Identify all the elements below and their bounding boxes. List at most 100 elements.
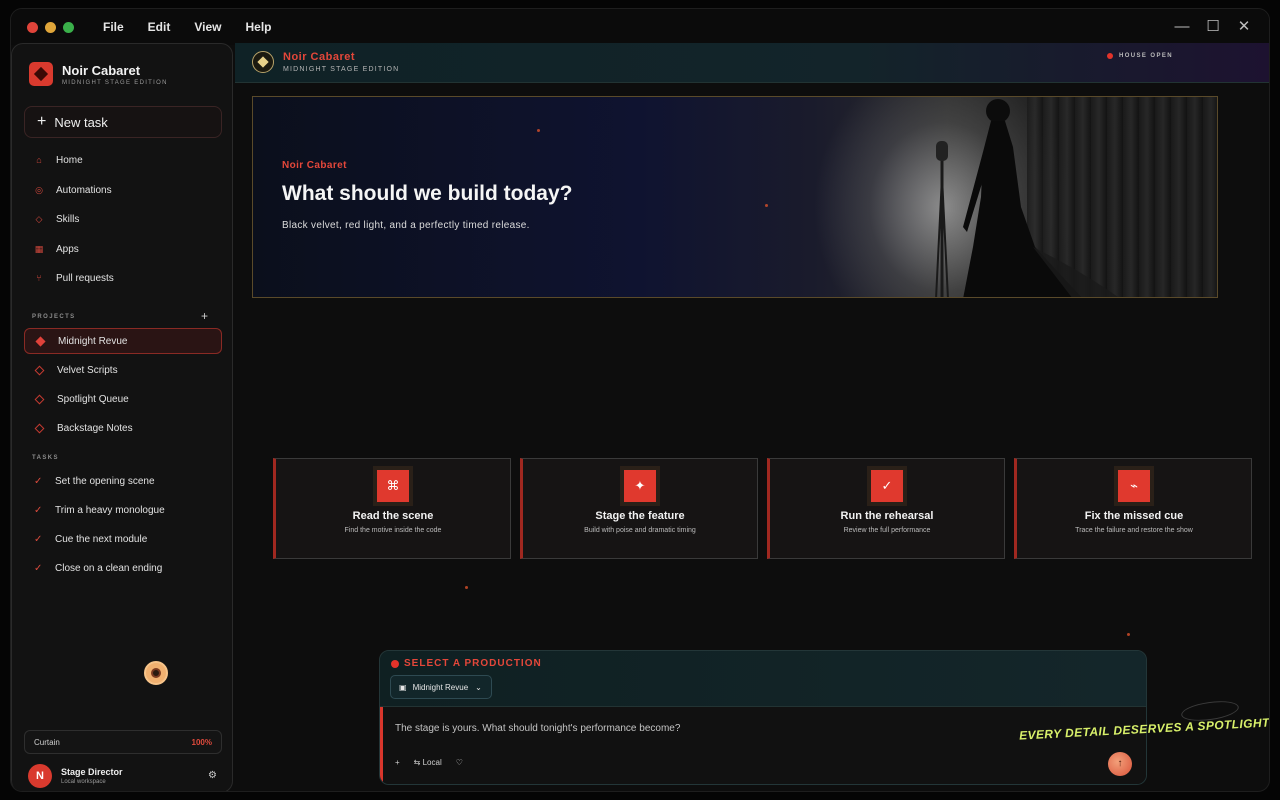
- checkmark-icon: ✓: [871, 470, 903, 502]
- card-subtitle: Review the full performance: [843, 527, 931, 534]
- home-icon: ⌂: [36, 155, 42, 165]
- curtain-label: Curtain: [34, 737, 60, 747]
- main-area: Noir Cabaret MIDNIGHT STAGE EDITION HOUS…: [235, 43, 1269, 791]
- local-mode-button[interactable]: ⇆ Local: [414, 758, 442, 767]
- task-item[interactable]: ✓ Close on a clean ending: [34, 558, 162, 578]
- zoom-dot[interactable]: [63, 21, 74, 33]
- prompt-input[interactable]: The stage is yours. What should tonight'…: [395, 723, 680, 734]
- brand: Noir Cabaret MIDNIGHT STAGE EDITION: [29, 62, 168, 86]
- card-stage-the-feature[interactable]: ✦ Stage the feature Build with poise and…: [520, 458, 758, 559]
- gear-icon[interactable]: ⚙: [208, 770, 217, 781]
- sidebar-item-pull-requests[interactable]: ⑂ Pull requests: [34, 268, 114, 288]
- app-window: File Edit View Help — ☐ ✕ Noir Cabaret M…: [10, 8, 1270, 792]
- command-icon: ⌘: [377, 470, 409, 502]
- title-bar: File Edit View Help — ☐ ✕: [11, 9, 1269, 45]
- brand-subtitle: MIDNIGHT STAGE EDITION: [62, 79, 168, 86]
- task-label: Cue the next module: [55, 533, 148, 545]
- status-dot-icon: [1106, 53, 1113, 59]
- composer-tools: + ⇆ Local ♡: [395, 758, 477, 767]
- menu-file[interactable]: File: [103, 20, 124, 34]
- card-fix-the-missed-cue[interactable]: ⌁ Fix the missed cue Trace the failure a…: [1014, 458, 1252, 559]
- production-dropdown[interactable]: ▣ Midnight Revue ⌄: [390, 675, 492, 699]
- sidebar: Noir Cabaret MIDNIGHT STAGE EDITION + Ne…: [11, 43, 233, 791]
- menu-bar: File Edit View Help: [103, 20, 296, 34]
- sparkle-decoration: [765, 204, 768, 207]
- sidebar-item-apps[interactable]: ▦ Apps: [34, 239, 79, 259]
- project-label: Spotlight Queue: [57, 393, 129, 405]
- tasks-section-label: TASKS: [32, 455, 59, 461]
- status-badge: HOUSE OPEN: [1106, 53, 1173, 59]
- sidebar-item-automations[interactable]: ◎ Automations: [34, 180, 112, 200]
- project-backstage-notes[interactable]: Backstage Notes: [24, 415, 222, 441]
- new-task-label: New task: [54, 114, 108, 130]
- project-velvet-scripts[interactable]: Velvet Scripts: [24, 357, 222, 383]
- stage-logo-icon: [252, 51, 274, 73]
- curtain-value: 100%: [191, 737, 212, 747]
- red-dot-icon: [391, 659, 399, 668]
- card-title: Read the scene: [352, 510, 434, 522]
- check-icon: ✓: [34, 504, 43, 516]
- singer-silhouette-icon: [935, 99, 1118, 297]
- check-icon: ✓: [34, 475, 43, 487]
- add-project-button[interactable]: +: [201, 309, 208, 323]
- task-label: Set the opening scene: [55, 475, 155, 487]
- sidebar-item-home[interactable]: ⌂ Home: [34, 150, 82, 170]
- header-title: Noir Cabaret: [283, 51, 356, 63]
- sidebar-item-skills[interactable]: ◇ Skills: [34, 209, 80, 229]
- header-subtitle: MIDNIGHT STAGE EDITION: [283, 66, 400, 73]
- card-subtitle: Trace the failure and restore the show: [1075, 527, 1193, 534]
- menu-view[interactable]: View: [194, 20, 221, 34]
- task-item[interactable]: ✓ Cue the next module: [34, 529, 147, 549]
- add-attachment-button[interactable]: +: [395, 758, 400, 767]
- diamond-icon: [35, 336, 46, 346]
- project-label: Backstage Notes: [57, 422, 133, 434]
- check-icon: ✓: [34, 533, 43, 545]
- close-dot[interactable]: [27, 21, 38, 33]
- selected-production: Midnight Revue: [412, 682, 469, 692]
- project-label: Midnight Revue: [58, 335, 128, 347]
- heart-icon[interactable]: ♡: [456, 758, 463, 767]
- hero-subtitle: Black velvet, red light, and a perfectly…: [282, 220, 530, 231]
- sidebar-item-label: Skills: [56, 213, 80, 225]
- sidebar-item-label: Apps: [56, 243, 79, 255]
- check-icon: ✓: [34, 562, 43, 574]
- status-text: HOUSE OPEN: [1118, 53, 1173, 59]
- hero-kicker: Noir Cabaret: [282, 160, 347, 171]
- project-midnight-revue[interactable]: Midnight Revue: [24, 328, 222, 354]
- card-read-the-scene[interactable]: ⌘ Read the scene Find the motive inside …: [273, 458, 511, 559]
- maximize-icon[interactable]: ☐: [1202, 17, 1224, 37]
- user-workspace: Local workspace: [61, 779, 106, 785]
- hero-banner: Noir Cabaret What should we build today?…: [252, 96, 1218, 298]
- card-subtitle: Find the motive inside the code: [344, 527, 442, 534]
- brand-name: Noir Cabaret: [62, 62, 141, 78]
- sparkle-decoration: [1127, 633, 1130, 636]
- new-task-button[interactable]: + New task: [24, 106, 222, 138]
- main-header: Noir Cabaret MIDNIGHT STAGE EDITION HOUS…: [235, 43, 1269, 83]
- project-spotlight-queue[interactable]: Spotlight Queue: [24, 386, 222, 412]
- sidebar-item-label: Automations: [56, 184, 112, 196]
- sparkle-icon: ✦: [624, 470, 656, 502]
- film-icon: ▣: [399, 682, 407, 692]
- diamond-icon: [34, 423, 45, 433]
- minimize-dot[interactable]: [45, 21, 56, 33]
- diamond-icon: [34, 365, 45, 375]
- task-item[interactable]: ✓ Trim a heavy monologue: [34, 500, 165, 520]
- menu-edit[interactable]: Edit: [148, 20, 171, 34]
- avatar: N: [28, 764, 52, 788]
- user-profile[interactable]: N Stage Director Local workspace: [28, 764, 123, 788]
- card-subtitle: Build with poise and dramatic timing: [584, 527, 696, 534]
- minimize-icon[interactable]: —: [1171, 17, 1193, 37]
- skills-icon: ◇: [35, 213, 43, 224]
- curtain-meter: Curtain 100%: [24, 730, 222, 754]
- composer: SELECT A PRODUCTION ▣ Midnight Revue ⌄ T…: [379, 650, 1147, 785]
- task-item[interactable]: ✓ Set the opening scene: [34, 471, 155, 491]
- project-label: Velvet Scripts: [57, 364, 118, 376]
- prompt-area[interactable]: The stage is yours. What should tonight'…: [380, 707, 1146, 784]
- close-icon[interactable]: ✕: [1233, 17, 1255, 37]
- chevron-down-icon: ⌄: [475, 682, 482, 692]
- menu-help[interactable]: Help: [245, 20, 271, 34]
- send-button[interactable]: ↑: [1108, 752, 1132, 776]
- card-run-the-rehearsal[interactable]: ✓ Run the rehearsal Review the full perf…: [767, 458, 1005, 559]
- automation-icon: ◎: [35, 184, 43, 195]
- diamond-icon: [34, 394, 45, 404]
